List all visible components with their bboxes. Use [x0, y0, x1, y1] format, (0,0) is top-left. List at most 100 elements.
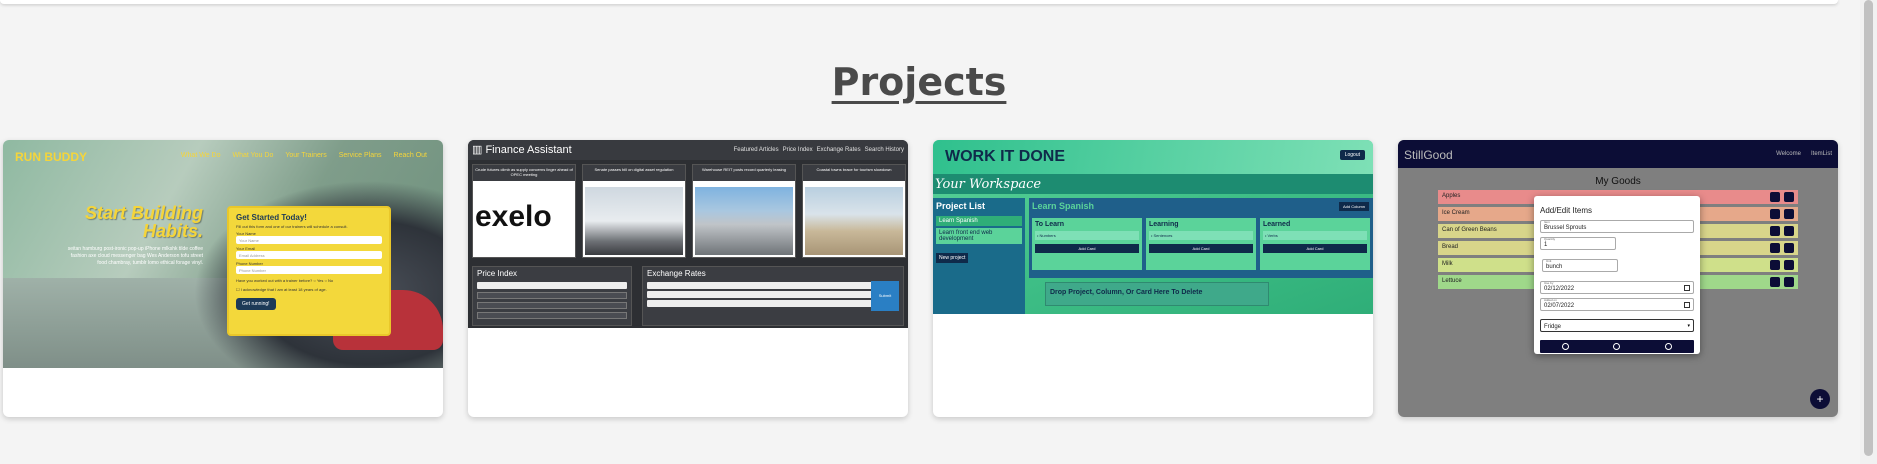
- goods-list-title: My Goods: [1595, 176, 1641, 187]
- added-on-field: Added on 02/07/2022: [1540, 298, 1694, 311]
- delete-icon: [1784, 260, 1794, 270]
- scrollbar-thumb[interactable]: [1864, 0, 1873, 456]
- project-list-item: Learn Spanish: [936, 216, 1022, 226]
- save-icon: [1562, 343, 1570, 350]
- news-headline: Senate passes bill on digital asset regu…: [583, 165, 685, 181]
- project-card-run-buddy[interactable]: RUN BUDDY What We Do What You Do Your Tr…: [3, 140, 443, 417]
- column-title: Learning: [1149, 221, 1179, 228]
- project-card-finance-assistant[interactable]: ▥ Finance Assistant Featured Articles Pr…: [468, 140, 908, 417]
- unit-label: Unit: [1546, 259, 1552, 263]
- project-card-stillgood[interactable]: StillGood Welcome ItemList My Goods Appl…: [1398, 140, 1838, 417]
- goods-item-name: Milk: [1442, 261, 1453, 267]
- previous-section-edge: [0, 0, 1838, 4]
- trainer-question: Have you worked out with a trainer befor…: [236, 278, 334, 283]
- price-index-select: [477, 312, 627, 319]
- add-card-button: Add Card: [1263, 244, 1367, 253]
- news-image-building: [695, 187, 793, 255]
- exchange-rates-panel: Exchange Rates Submit: [642, 266, 904, 326]
- project-list-title: Project List: [936, 201, 986, 211]
- stillgood-nav: Welcome ItemList: [1776, 151, 1832, 157]
- kanban-card: • Numbers: [1035, 231, 1139, 240]
- project-list-sidebar: Project List Learn Spanish Learn front e…: [933, 198, 1025, 314]
- unit-field: Unit bunch: [1542, 259, 1618, 272]
- edit-icon: [1613, 343, 1621, 350]
- board-title: Learn Spanish: [1032, 201, 1095, 211]
- work-it-done-title: WORK IT DONE: [945, 148, 1065, 165]
- workspace-title: Your Workspace: [935, 177, 1042, 192]
- item-field: Item Brussel Sprouts: [1540, 220, 1694, 233]
- section-title: Projects: [831, 60, 1007, 104]
- finance-title-text: Finance Assistant: [485, 144, 572, 156]
- project-card-work-it-done[interactable]: WORK IT DONE Logout Your Workspace Proje…: [933, 140, 1373, 417]
- kanban-board: Learn Spanish Add Column To Learn • Numb…: [1029, 198, 1373, 278]
- run-buddy-headline: Start Building Habits.: [85, 203, 203, 241]
- logout-button: Logout: [1339, 150, 1365, 160]
- news-card: Senate passes bill on digital asset regu…: [582, 164, 686, 258]
- new-project-button: New project: [936, 253, 969, 263]
- calendar-icon: [1684, 285, 1690, 291]
- unit-value: bunch: [1546, 264, 1563, 270]
- goods-item-name: Apples: [1442, 193, 1461, 199]
- goods-item-name: Lettuce: [1442, 278, 1462, 284]
- form-subtitle: Fill out this form and one of our traine…: [236, 224, 348, 229]
- column-title: Learned: [1263, 221, 1291, 228]
- location-value: Fridge: [1544, 324, 1562, 330]
- page-scrollbar[interactable]: [1860, 0, 1877, 464]
- add-item-fab: +: [1810, 389, 1830, 409]
- added-on-value: 02/07/2022: [1544, 303, 1575, 309]
- radio-yes-label: Yes: [316, 278, 324, 283]
- finance-title: ▥ Finance Assistant: [472, 144, 572, 156]
- add-card-button: Add Card: [1149, 244, 1253, 253]
- add-card-button: Add Card: [1035, 244, 1139, 253]
- news-card: Warehouse REIT posts record quarterly le…: [692, 164, 796, 258]
- chevron-down-icon: ▾: [1687, 323, 1690, 329]
- finance-nav: Featured Articles Price Index Exchange R…: [734, 147, 904, 153]
- exchange-input: [647, 282, 873, 289]
- quantity-value: 1: [1544, 242, 1548, 248]
- nav-item: ItemList: [1810, 151, 1832, 157]
- news-image-beach: [805, 187, 903, 255]
- goods-item-name: Bread: [1442, 244, 1459, 250]
- run-buddy-signup-form: Get Started Today! Fill out this form an…: [227, 206, 391, 336]
- kanban-card: • Sentences: [1149, 231, 1253, 240]
- quantity-field: Quantity 1: [1540, 237, 1616, 250]
- use-by-label: Use by: [1544, 281, 1554, 285]
- price-index-input: [477, 282, 627, 289]
- exchange-submit-button: Submit: [871, 281, 899, 311]
- modal-title: Add/Edit Items: [1540, 206, 1593, 215]
- nav-item: What You Do: [232, 152, 274, 159]
- nav-item: Exchange Rates: [816, 147, 861, 153]
- nav-item: Service Plans: [338, 152, 382, 159]
- radio-no-label: No: [328, 278, 334, 283]
- price-index-title: Price Index: [477, 269, 518, 278]
- project-screenshot-stillgood: StillGood Welcome ItemList My Goods Appl…: [1398, 140, 1838, 417]
- delete-drop-zone: Drop Project, Column, Or Card Here To De…: [1045, 282, 1269, 306]
- nav-item: Reach Out: [393, 152, 427, 159]
- delete-icon: [1784, 209, 1794, 219]
- news-headline: Coastal towns brace for tourism slowdown: [803, 165, 905, 181]
- news-headline: Warehouse REIT posts record quarterly le…: [693, 165, 795, 181]
- stillgood-title: StillGood: [1404, 148, 1453, 162]
- stillgood-header: [1398, 140, 1838, 168]
- age-acknowledgement: ☐ I acknowledge that I am at least 18 ye…: [236, 287, 327, 292]
- edit-icon: [1770, 209, 1780, 219]
- news-image-capitol: [585, 187, 683, 255]
- nav-item: Welcome: [1776, 151, 1801, 157]
- use-by-value: 02/12/2022: [1544, 286, 1575, 292]
- project-screenshot-work-it-done: WORK IT DONE Logout Your Workspace Proje…: [933, 140, 1373, 314]
- item-value: Brussel Sprouts: [1544, 225, 1587, 231]
- acknowledge-text: I acknowledge that I am at least 18 year…: [240, 287, 327, 292]
- run-buddy-nav: What We Do What You Do Your Trainers Ser…: [181, 152, 427, 159]
- phone-field: Phone Number: [236, 266, 382, 274]
- delete-icon: [1784, 226, 1794, 236]
- edit-icon: [1770, 226, 1780, 236]
- location-select: Fridge ▾: [1540, 319, 1694, 332]
- news-headline: Crude futures climb as supply concerns l…: [473, 165, 575, 181]
- get-running-button: Get running!: [236, 298, 276, 310]
- column-title: To Learn: [1035, 221, 1065, 228]
- kanban-column: To Learn • Numbers Add Card: [1032, 218, 1142, 270]
- project-screenshot-run-buddy: RUN BUDDY What We Do What You Do Your Tr…: [3, 140, 443, 368]
- nav-item: Price Index: [782, 147, 813, 153]
- add-column-button: Add Column: [1338, 202, 1369, 211]
- form-title: Get Started Today!: [236, 213, 307, 222]
